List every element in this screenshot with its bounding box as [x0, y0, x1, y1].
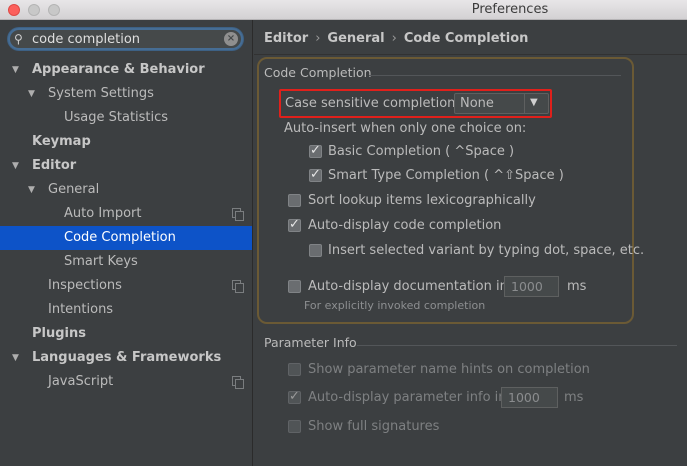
minimize-window-button[interactable] [28, 4, 40, 16]
clear-search-icon[interactable]: × [224, 32, 238, 46]
close-window-button[interactable] [8, 4, 20, 16]
smart-type-completion-checkbox[interactable] [309, 167, 322, 182]
dropdown-divider [524, 94, 525, 113]
breadcrumb-separator: › [391, 31, 397, 46]
tree-item-label: Keymap [32, 134, 91, 149]
main-panel: Editor › General › Code Completion Code Comp… [254, 20, 687, 466]
search-field[interactable]: ⚲ code completion × [8, 28, 243, 50]
expand-arrow-icon[interactable]: ▼ [28, 178, 35, 202]
tree-item[interactable]: Intentions [0, 298, 252, 322]
tree-item[interactable]: Auto Import [0, 202, 252, 226]
sort-lookup-checkbox[interactable] [288, 194, 301, 207]
tree-item-label: Usage Statistics [64, 110, 169, 125]
section-divider [357, 345, 677, 346]
expand-arrow-icon[interactable]: ▼ [12, 58, 19, 82]
tree-item-label: System Settings [48, 86, 154, 101]
maximize-window-button[interactable] [48, 4, 60, 16]
breadcrumb-current: Code Completion [403, 31, 529, 46]
project-settings-icon [232, 376, 244, 389]
project-settings-icon [232, 208, 244, 221]
breadcrumb-separator: › [315, 31, 321, 46]
chevron-down-icon[interactable]: ▼ [530, 97, 538, 108]
tree-item-label: JavaScript [48, 374, 114, 389]
auto-display-code-checkbox[interactable] [288, 217, 301, 232]
auto-display-param-checkbox[interactable] [288, 389, 301, 404]
case-sensitive-row: Case sensitive completion: None ▼ [279, 89, 552, 118]
tree-item[interactable]: JavaScript [0, 370, 252, 394]
auto-display-param-label[interactable]: Auto-display parameter info in [308, 390, 507, 405]
tree-item-label: Languages & Frameworks [32, 350, 222, 365]
breadcrumb: Editor › General › Code Completion [264, 31, 528, 46]
section-divider [369, 75, 621, 76]
tree-item[interactable]: Inspections [0, 274, 252, 298]
tree-item-label: Smart Keys [64, 254, 138, 269]
auto-display-doc-checkbox[interactable] [288, 280, 301, 293]
settings-sidebar: ⚲ code completion × ▼ Appearance & Behavi… [0, 20, 253, 466]
breadcrumb-editor[interactable]: Editor [264, 31, 308, 46]
search-icon[interactable]: ⚲ [14, 32, 23, 46]
title-bar: Preferences [0, 0, 687, 20]
tree-item-label: Code Completion [64, 230, 176, 245]
tree-item-label: Intentions [48, 302, 114, 317]
expand-arrow-icon[interactable]: ▼ [12, 154, 19, 178]
insert-selected-variant-label[interactable]: Insert selected variant by typing dot, s… [328, 243, 644, 258]
auto-insert-label: Auto-insert when only one choice on: [284, 121, 527, 136]
tree-item[interactable]: Plugins [0, 322, 252, 346]
case-sensitive-dropdown[interactable]: None ▼ [454, 93, 549, 114]
tree-item[interactable]: ▼ General [0, 178, 252, 202]
tree-item[interactable]: Smart Keys [0, 250, 252, 274]
insert-selected-variant-checkbox[interactable] [309, 244, 322, 257]
auto-display-doc-unit: ms [567, 279, 587, 294]
breadcrumb-general[interactable]: General [327, 31, 384, 46]
divider [254, 54, 687, 55]
smart-type-completion-label[interactable]: Smart Type Completion ( ^⇧Space ) [328, 168, 564, 183]
auto-display-param-delay-input[interactable]: 1000 [501, 387, 558, 408]
settings-tree: ▼ Appearance & Behavior ▼ System Settings Us… [0, 58, 252, 394]
auto-display-doc-delay-input[interactable]: 1000 [504, 276, 559, 297]
auto-display-doc-label[interactable]: Auto-display documentation in [308, 279, 508, 294]
project-settings-icon [232, 280, 244, 293]
tree-item-label: Plugins [32, 326, 86, 341]
tree-item[interactable]: ▼ Editor [0, 154, 252, 178]
tree-item-label: General [48, 182, 100, 197]
show-full-signatures-label[interactable]: Show full signatures [308, 419, 439, 434]
expand-arrow-icon[interactable]: ▼ [28, 82, 35, 106]
tree-item-label: Auto Import [64, 206, 142, 221]
tree-item-label: Inspections [48, 278, 122, 293]
tree-item[interactable]: ▼ System Settings [0, 82, 252, 106]
tree-item[interactable]: ▼ Languages & Frameworks [0, 346, 252, 370]
auto-display-param-unit: ms [564, 390, 584, 405]
tree-item[interactable]: Keymap [0, 130, 252, 154]
case-sensitive-value: None [460, 96, 494, 111]
search-input[interactable]: code completion [32, 32, 140, 47]
tree-item-label: Appearance & Behavior [32, 62, 205, 77]
auto-display-doc-hint: For explicitly invoked completion [304, 299, 486, 312]
tree-item[interactable]: Usage Statistics [0, 106, 252, 130]
window-title: Preferences [471, 2, 549, 17]
expand-arrow-icon[interactable]: ▼ [12, 346, 19, 370]
tree-item[interactable]: ▼ Appearance & Behavior [0, 58, 252, 82]
case-sensitive-label: Case sensitive completion: [285, 96, 460, 111]
sort-lookup-label[interactable]: Sort lookup items lexicographically [308, 193, 536, 208]
code-completion-section-title: Code Completion [264, 65, 372, 80]
basic-completion-label[interactable]: Basic Completion ( ^Space ) [328, 144, 514, 159]
show-name-hints-label[interactable]: Show parameter name hints on completion [308, 362, 590, 377]
auto-display-code-label[interactable]: Auto-display code completion [308, 218, 501, 233]
parameter-info-section-title: Parameter Info [264, 335, 357, 350]
show-full-signatures-checkbox[interactable] [288, 420, 301, 433]
tree-item-label: Editor [32, 158, 77, 173]
basic-completion-checkbox[interactable] [309, 143, 322, 158]
show-name-hints-checkbox[interactable] [288, 363, 301, 376]
tree-item[interactable]: Code Completion [0, 226, 252, 250]
